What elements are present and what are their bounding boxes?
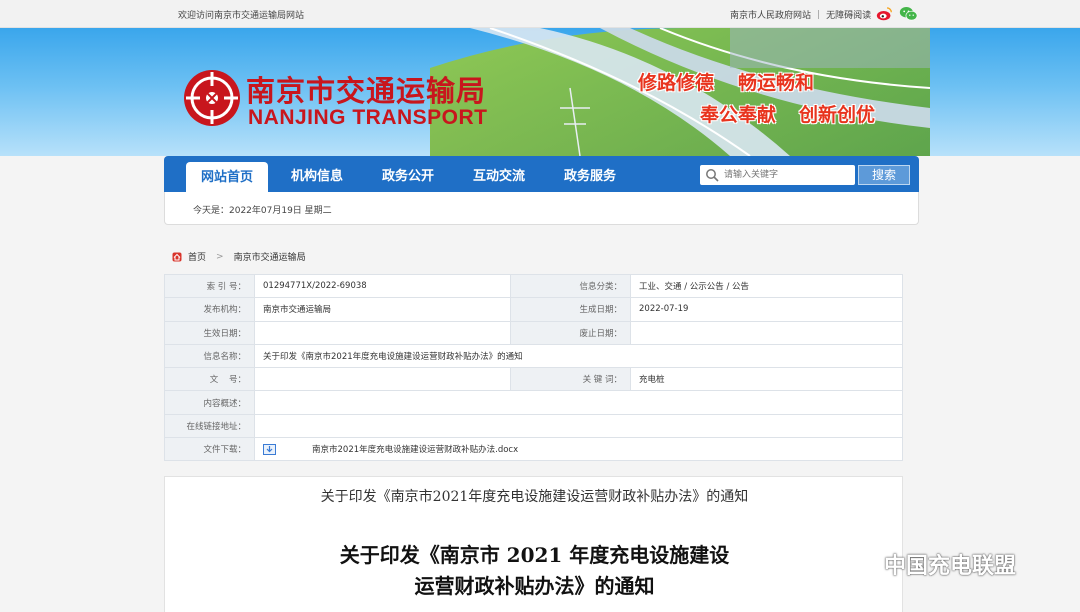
watermark-text: 中国充电联盟 [884,554,1017,579]
search-button[interactable]: 搜索 [858,165,910,185]
home-icon [172,252,182,261]
bureau-logo [184,70,240,126]
summary-value [254,390,903,415]
keyword-value: 充电桩 [630,367,903,392]
table-row: 在线链接地址： [164,413,903,439]
watermark: 中国充电联盟 [840,548,1016,580]
article-body: 关于印发《南京市2021年度充电设施建设运营财政补贴办法》的通知 关于印发《南京… [164,476,903,612]
header-banner: 南京市交通运输局 NANJING TRANSPORT 修路修德 畅运畅和 奉公奉… [0,28,1080,156]
table-row: 文件下载： 南京市2021年度充电设施建设运营财政补贴办法.docx [164,437,903,462]
table-row: 索 引 号： 01294771X/2022-69038 信息分类： 工业、交通 … [164,273,903,299]
download-label: 文件下载： [164,437,255,462]
breadcrumb-home[interactable]: 首页 [188,250,206,263]
table-row: 内容概述： [164,390,903,415]
nav-home[interactable]: 网站首页 [186,162,268,192]
document-info-table: 索 引 号： 01294771X/2022-69038 信息分类： 工业、交通 … [164,273,903,462]
publisher-value: 南京市交通运输局 [254,297,511,322]
slogan-2: 畅运畅和 [738,72,815,94]
wechat-icon[interactable] [899,5,918,22]
download-icon[interactable] [263,444,276,456]
nav-gov-services[interactable]: 政务服务 [549,156,631,192]
site-title-en: NANJING TRANSPORT [248,106,488,129]
expiry-value [630,320,903,345]
main-nav: 网站首页 机构信息 政务公开 互动交流 政务服务 搜索 [164,156,919,192]
table-row: 信息名称： 关于印发《南京市2021年度充电设施建设运营财政补贴办法》的通知 [164,343,903,369]
nav-interaction[interactable]: 互动交流 [458,156,540,192]
article-heading-line-2: 运营财政补贴办法》的通知 [414,574,655,598]
table-row: 生效日期： 废止日期： [164,320,903,345]
download-cell: 南京市2021年度充电设施建设运营财政补贴办法.docx [254,437,903,462]
wechat-watermark-icon [841,550,875,577]
summary-label: 内容概述： [164,390,255,415]
table-row: 文 号： 关 键 词： 充电桩 [164,367,903,392]
accessible-reading-link[interactable]: 无障碍阅读 [826,8,871,21]
search-icon [706,169,719,182]
keyword-label: 关 键 词： [510,367,631,392]
slogan-3: 奉公奉献 [700,104,777,126]
breadcrumb-arrow: > [216,251,224,262]
link-label: 在线链接地址： [164,413,255,439]
article-heading-line-1: 关于印发《南京市 2021 年度充电设施建设 [339,543,730,567]
breadcrumb: 首页 > 南京市交通运输局 [172,250,306,263]
welcome-text: 欢迎访问南京市交通运输局网站 [178,11,305,21]
site-title-cn: 南京市交通运输局 [246,74,487,108]
docno-label: 文 号： [164,367,255,392]
slogan-4: 创新创优 [799,104,876,126]
name-value: 关于印发《南京市2021年度充电设施建设运营财政补贴办法》的通知 [254,343,903,369]
search-box [700,165,855,185]
link-separator: | [817,9,821,20]
nav-gov-affairs[interactable]: 政务公开 [367,156,449,192]
top-bar: 欢迎访问南京市交通运输局网站 南京市人民政府网站 | 无障碍阅读 [0,0,1080,28]
category-label: 信息分类： [510,273,631,299]
weibo-icon[interactable] [876,6,893,21]
date-bar: 今天是：2022年07月19日 星期二 [164,192,919,225]
effective-value [254,320,511,345]
article-subject: 关于印发《南京市2021年度充电设施建设运营财政补贴办法》的通知 [320,489,749,505]
expiry-label: 废止日期： [510,320,631,345]
category-value: 工业、交通 / 公示公告 / 公告 [630,273,903,299]
created-label: 生成日期： [510,297,631,322]
table-row: 发布机构： 南京市交通运输局 生成日期： 2022-07-19 [164,297,903,322]
name-label: 信息名称： [164,343,255,369]
download-file-link[interactable]: 南京市2021年度充电设施建设运营财政补贴办法.docx [312,445,518,455]
index-value: 01294771X/2022-69038 [254,273,511,299]
today-date: 今天是：2022年07月19日 星期二 [193,206,332,216]
gov-site-link[interactable]: 南京市人民政府网站 [730,8,811,21]
nav-org-info[interactable]: 机构信息 [276,156,358,192]
index-label: 索 引 号： [164,273,255,299]
search-input[interactable] [724,167,849,183]
slogan-1: 修路修德 [638,72,715,94]
top-links: 南京市人民政府网站 | 无障碍阅读 [730,8,871,22]
publisher-label: 发布机构： [164,297,255,322]
created-value: 2022-07-19 [630,297,903,322]
docno-value [254,367,511,392]
effective-label: 生效日期： [164,320,255,345]
breadcrumb-current[interactable]: 南京市交通运输局 [234,250,306,263]
link-value [254,413,903,439]
